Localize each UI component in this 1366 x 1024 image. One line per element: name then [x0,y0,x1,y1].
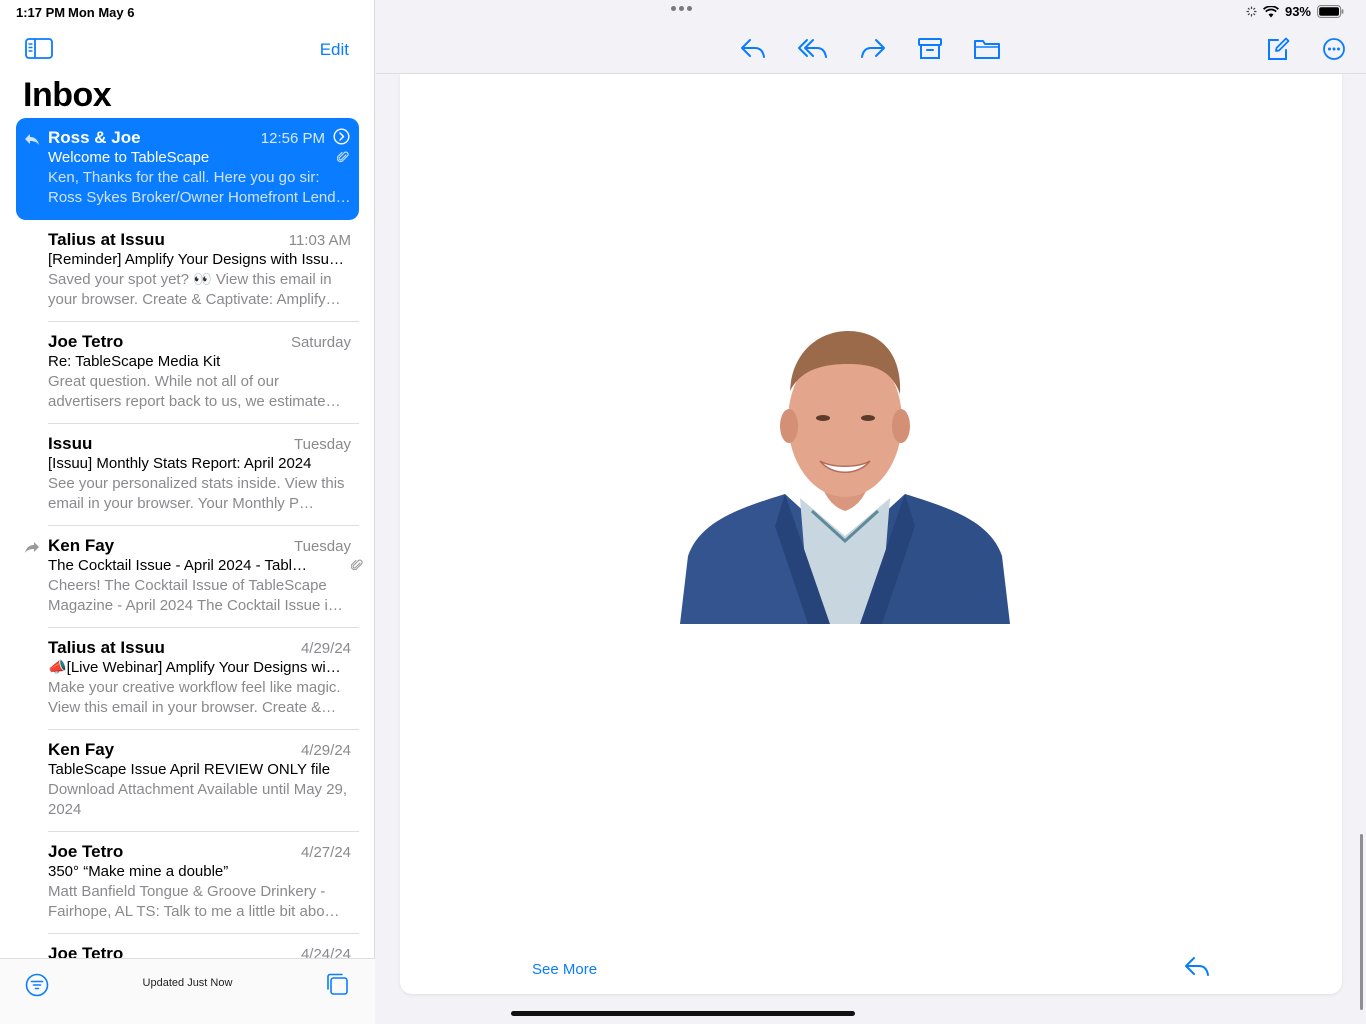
message-row[interactable]: Ken Fay 4/29/24 TableScape Issue April R… [0,730,375,832]
stacked-windows-icon[interactable] [325,972,349,996]
message-subject: Welcome to TableScape [48,149,210,166]
message-subject: TableScape Issue April REVIEW ONLY file [48,761,331,778]
battery-percent: 93% [1284,4,1311,19]
message-body: See More [400,74,1342,994]
updated-status: Updated Just Now [142,977,233,989]
message-date: 4/27/24 [300,844,351,861]
message-date: 4/24/24 [300,946,351,958]
message-row[interactable]: Joe Tetro 4/27/24 350° “Make mine a doub… [0,832,375,934]
edit-button[interactable]: Edit [320,40,349,60]
reply-icon[interactable] [739,36,767,62]
message-row[interactable]: Talius at Issuu 11:03 AM [Reminder] Ampl… [0,220,375,322]
folder-icon[interactable] [973,36,1001,62]
reply-all-icon[interactable] [797,36,829,62]
message-preview: See your personalized stats inside. View… [48,475,345,512]
message-subject: 📣[Live Webinar] Amplify Your Designs wi… [48,659,341,676]
message-preview: Ken, Thanks for the call. Here you go si… [48,169,351,206]
forward-icon[interactable] [859,36,887,62]
status-indicators: 93% [1246,4,1344,19]
message-subject: 350° “Make mine a double” [48,863,229,880]
message-row[interactable]: Talius at Issuu 4/29/24 📣[Live Webinar] … [0,628,375,730]
message-subject: [Issuu] Monthly Stats Report: April 2024 [48,455,312,472]
home-indicator[interactable] [511,1011,855,1016]
message-preview: Great question. While not all of our adv… [48,373,341,410]
see-more-link[interactable]: See More [532,961,597,978]
message-row[interactable]: Issuu Tuesday [Issuu] Monthly Stats Repo… [0,424,375,526]
message-preview: Saved your spot yet? 👀 View this email i… [48,271,341,308]
status-time: 1:17 PM [16,5,66,20]
forwarded-icon [25,542,39,553]
activity-icon [1246,6,1257,17]
message-row[interactable]: Ken Fay Tuesday The Cocktail Issue - Apr… [0,526,375,628]
message-list: Ross & Joe 12:56 PM Welcome to TableScap… [0,118,375,958]
message-toolbar [376,24,1366,74]
message-date: 11:03 AM [288,232,351,249]
page-title: Inbox [23,76,112,114]
message-preview: Matt Banfield Tongue & Groove Drinkery -… [48,883,340,920]
message-subject: Re: TableScape Media Kit [48,353,221,370]
message-row-selected[interactable]: Ross & Joe 12:56 PM Welcome to TableScap… [16,118,359,220]
message-date: 4/29/24 [300,742,351,759]
scrollbar-thumb[interactable] [1360,834,1363,1010]
message-date: 12:56 PM [260,130,325,147]
message-subject: The Cocktail Issue - April 2024 - Tabl… [48,557,308,574]
sidebar-toggle-icon[interactable] [24,36,54,62]
reply-icon[interactable] [1183,954,1211,980]
message-preview: Download Attachment Available until May … [48,781,348,818]
message-row[interactable]: Joe Tetro 4/24/24 [0,934,375,958]
attachment-icon [351,559,363,571]
compose-icon[interactable] [1264,36,1292,62]
status-date: Mon May 6 [68,5,135,20]
mail-app: 1:17 PM Mon May 6 Edit Inbox Ross & Joe … [0,0,1366,1024]
message-date: Saturday [290,334,351,351]
archive-icon[interactable] [916,36,944,62]
message-date: 4/29/24 [300,640,351,657]
message-date: Tuesday [294,538,351,555]
message-preview: Cheers! The Cocktail Issue of TableScape… [48,577,343,614]
message-preview: Make your creative workflow feel like ma… [48,679,341,716]
message-subject: [Reminder] Amplify Your Designs with Iss… [48,251,344,268]
message-date: Tuesday [294,436,351,453]
more-icon[interactable] [1320,36,1348,62]
message-row[interactable]: Joe Tetro Saturday Re: TableScape Media … [0,322,375,424]
sidebar-bottom-bar: Updated Just Now [0,958,375,1024]
headshot-photo [680,331,1010,624]
wifi-icon [1262,5,1279,17]
chevron-right-circle-icon[interactable] [333,128,350,145]
battery-icon [1317,5,1344,18]
attachment-icon [337,151,349,163]
mail-sidebar: 1:17 PM Mon May 6 Edit Inbox Ross & Joe … [0,0,375,1024]
replied-icon [25,134,39,145]
multitasking-dots-icon[interactable] [671,6,692,11]
